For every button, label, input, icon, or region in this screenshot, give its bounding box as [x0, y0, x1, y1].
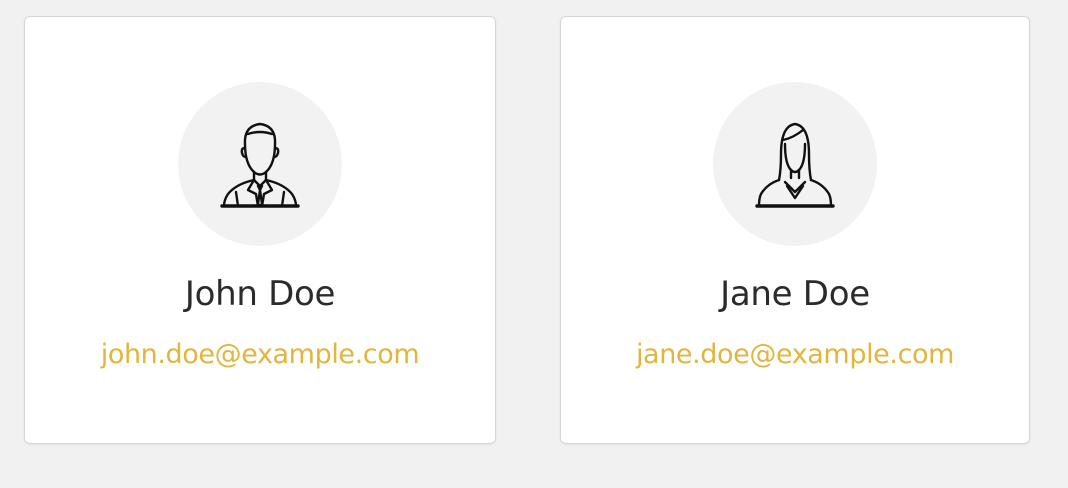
contact-name: John Doe — [184, 274, 336, 314]
female-user-icon — [755, 122, 835, 208]
avatar — [178, 82, 342, 246]
contact-email-link[interactable]: jane.doe@example.com — [561, 337, 1029, 373]
avatar — [713, 82, 877, 246]
contact-card-jane-doe[interactable]: Jane Doe jane.doe@example.com — [560, 16, 1030, 444]
contact-card-john-doe[interactable]: John Doe john.doe@example.com — [24, 16, 496, 444]
contact-email-link[interactable]: john.doe@example.com — [25, 337, 495, 373]
male-user-icon — [220, 122, 300, 208]
contact-name: Jane Doe — [720, 274, 870, 314]
